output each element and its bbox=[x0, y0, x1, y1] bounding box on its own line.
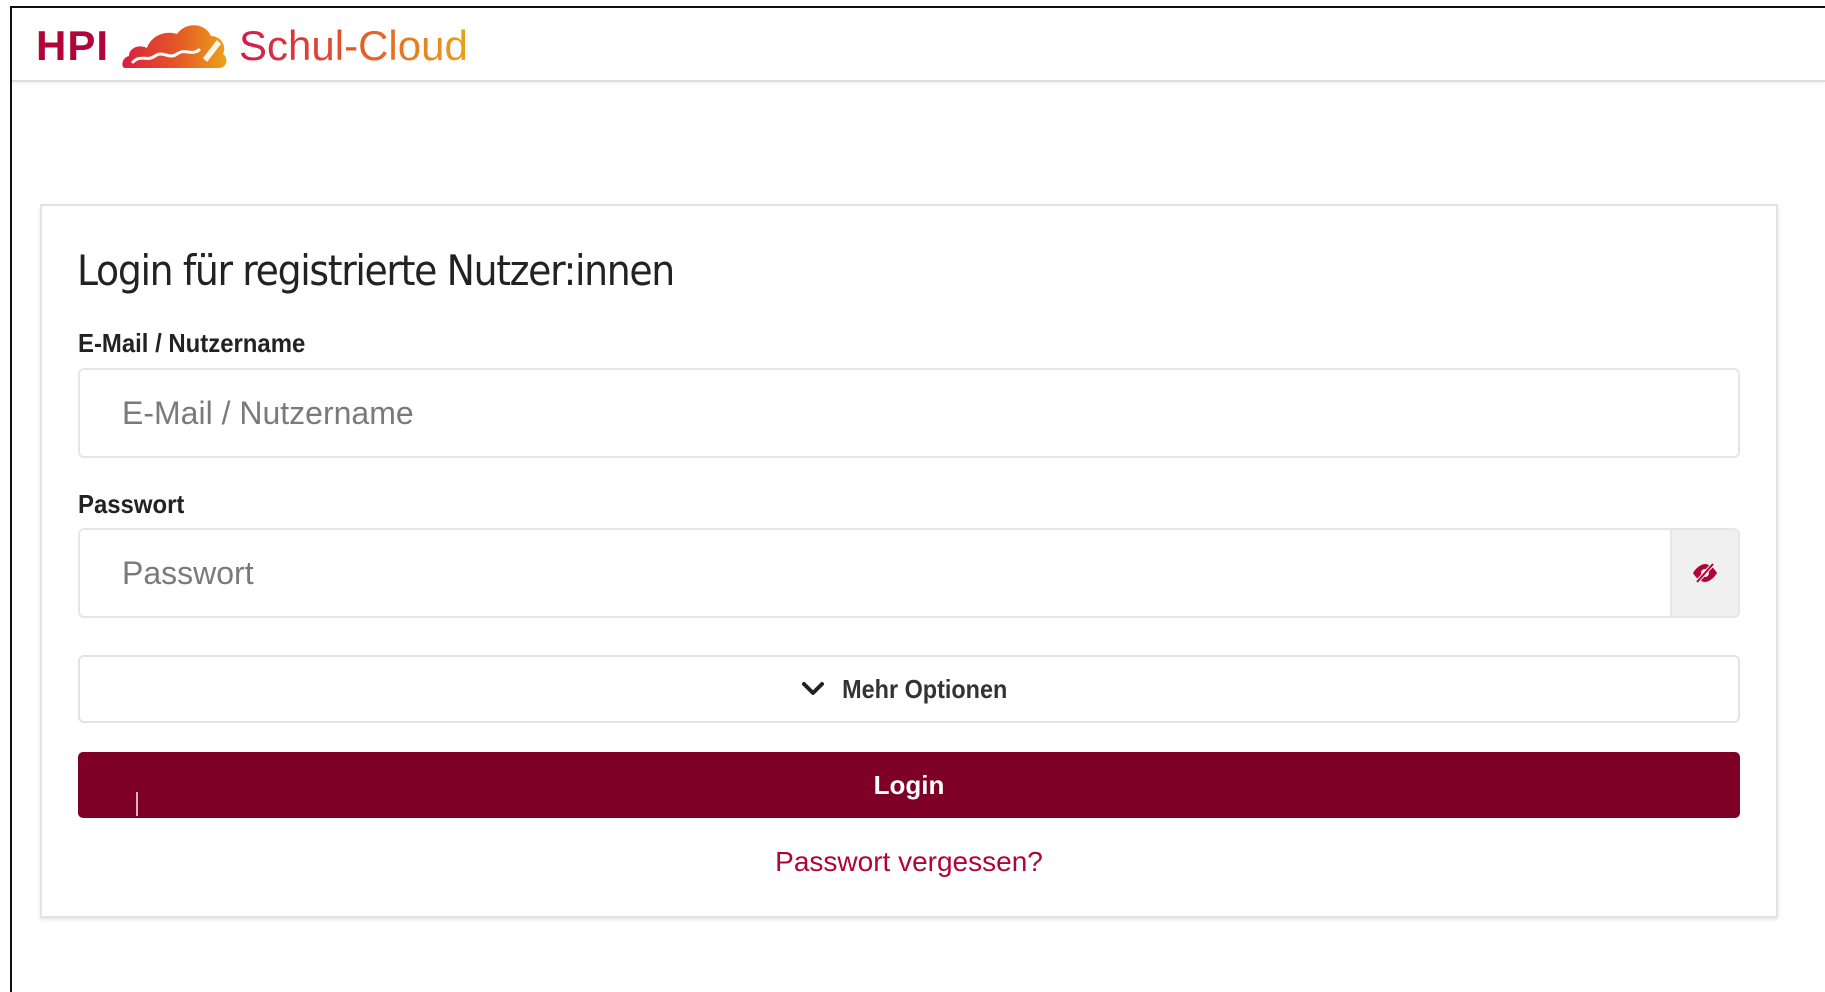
eye-slash-icon bbox=[1693, 562, 1717, 584]
chevron-down-icon bbox=[802, 682, 825, 695]
cloud-logo-icon bbox=[122, 25, 227, 68]
login-card: Login für registrierte Nutzer:innen E-Ma… bbox=[40, 204, 1778, 918]
browser-viewport: HPI Schul-Cloud Login für registrierte N… bbox=[10, 6, 1825, 992]
login-title: Login für registrierte Nutzer:innen bbox=[77, 246, 675, 295]
more-options-button[interactable]: Mehr Optionen bbox=[78, 655, 1740, 723]
password-input[interactable] bbox=[78, 528, 1670, 618]
more-options-label: Mehr Optionen bbox=[842, 673, 1008, 704]
login-button-label: Login bbox=[873, 769, 945, 800]
site-header: HPI Schul-Cloud bbox=[12, 8, 1825, 82]
email-input[interactable] bbox=[78, 368, 1740, 458]
logo-name-text: Schul-Cloud bbox=[239, 22, 468, 69]
brand-logo[interactable]: HPI Schul-Cloud bbox=[36, 16, 468, 76]
login-button[interactable]: Login bbox=[78, 752, 1740, 818]
logo-hpi-text: HPI bbox=[36, 22, 110, 69]
email-label: E-Mail / Nutzername bbox=[78, 328, 306, 358]
toggle-password-visibility-button[interactable] bbox=[1670, 528, 1740, 618]
password-label: Passwort bbox=[78, 489, 185, 519]
text-cursor bbox=[136, 792, 138, 816]
forgot-password-link[interactable]: Passwort vergessen? bbox=[42, 846, 1776, 878]
